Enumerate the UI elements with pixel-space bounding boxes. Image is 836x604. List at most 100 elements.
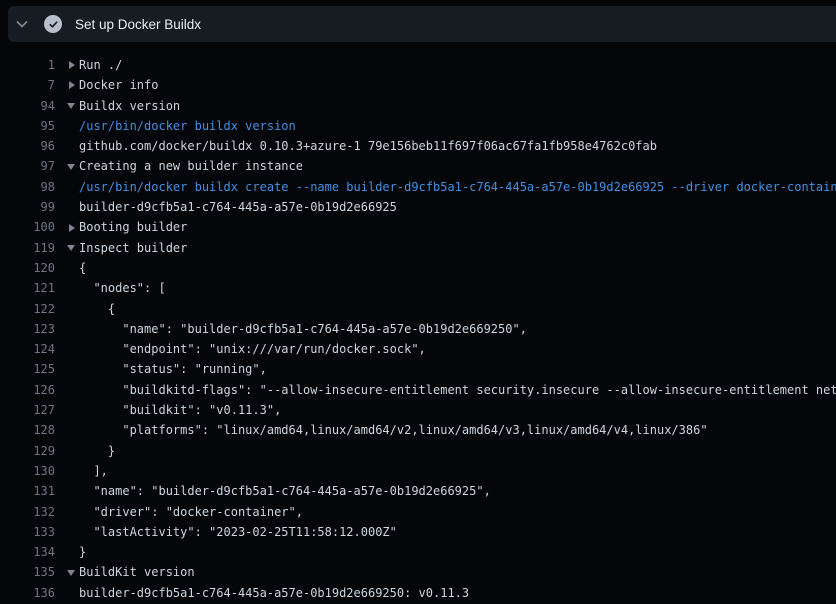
log-line: 123 "name": "builder-d9cfb5a1-c764-445a-…	[0, 319, 836, 339]
arrow-spacer	[55, 299, 79, 319]
arrow-spacer	[55, 359, 79, 379]
arrow-spacer	[55, 461, 79, 481]
triangle-right-icon[interactable]	[69, 81, 75, 89]
log-line: 129 }	[0, 441, 836, 461]
output-text: "endpoint": "unix:///var/run/docker.sock…	[79, 339, 426, 359]
log-line: 99 builder-d9cfb5a1-c764-445a-a57e-0b19d2…	[0, 197, 836, 217]
log-line: 134}	[0, 542, 836, 562]
log-line: 122 {	[0, 299, 836, 319]
line-number-link[interactable]: 136	[0, 583, 55, 603]
line-number-link[interactable]: 126	[0, 380, 55, 400]
group-label[interactable]: Run ./	[79, 55, 122, 75]
arrow-spacer	[55, 522, 79, 542]
triangle-down-icon[interactable]	[67, 245, 75, 251]
line-number-link[interactable]: 99	[0, 197, 55, 217]
output-text: "buildkit": "v0.11.3",	[79, 400, 281, 420]
arrow-spacer	[55, 380, 79, 400]
arrow-spacer	[55, 136, 79, 156]
command-text: /usr/bin/docker buildx create --name bui…	[79, 177, 836, 197]
output-text: "name": "builder-d9cfb5a1-c764-445a-a57e…	[79, 481, 491, 501]
arrow-spacer	[55, 583, 79, 603]
log-line: 100 Booting builder	[0, 217, 836, 237]
group-label[interactable]: Booting builder	[79, 217, 187, 237]
arrow-spacer	[55, 481, 79, 501]
triangle-right-icon[interactable]	[69, 61, 75, 69]
group-label[interactable]: Buildx version	[79, 96, 180, 116]
log-line: 128 "platforms": "linux/amd64,linux/amd6…	[0, 420, 836, 440]
line-number-link[interactable]: 122	[0, 299, 55, 319]
log-line: 7 Docker info	[0, 75, 836, 95]
line-number-link[interactable]: 127	[0, 400, 55, 420]
line-number-link[interactable]: 133	[0, 522, 55, 542]
group-toggle[interactable]	[55, 562, 79, 582]
line-number-link[interactable]: 7	[0, 75, 55, 95]
output-text: }	[79, 542, 86, 562]
output-text: "platforms": "linux/amd64,linux/amd64/v2…	[79, 420, 708, 440]
line-number-link[interactable]: 120	[0, 258, 55, 278]
line-number-link[interactable]: 132	[0, 502, 55, 522]
log-lines: 1Run ./7Docker info94Buildx version95/us…	[0, 42, 836, 603]
arrow-spacer	[55, 116, 79, 136]
log-line: 136 builder-d9cfb5a1-c764-445a-a57e-0b19d…	[0, 583, 836, 603]
log-line: 125 "status": "running",	[0, 359, 836, 379]
group-toggle[interactable]	[55, 55, 79, 75]
log-line: 131 "name": "builder-d9cfb5a1-c764-445a-…	[0, 481, 836, 501]
triangle-down-icon[interactable]	[67, 164, 75, 170]
log-line: 120 {	[0, 258, 836, 278]
output-text: builder-d9cfb5a1-c764-445a-a57e-0b19d2e6…	[79, 583, 469, 603]
step-header[interactable]: Set up Docker Buildx	[8, 6, 836, 42]
group-label[interactable]: BuildKit version	[79, 562, 195, 582]
line-number-link[interactable]: 94	[0, 96, 55, 116]
output-text: }	[79, 441, 115, 461]
arrow-spacer	[55, 542, 79, 562]
output-text: {	[79, 299, 115, 319]
line-number-link[interactable]: 95	[0, 116, 55, 136]
log-line: 124 "endpoint": "unix:///var/run/docker.…	[0, 339, 836, 359]
arrow-spacer	[55, 197, 79, 217]
output-text: "buildkitd-flags": "--allow-insecure-ent…	[79, 380, 836, 400]
output-text: builder-d9cfb5a1-c764-445a-a57e-0b19d2e6…	[79, 197, 397, 217]
arrow-spacer	[55, 339, 79, 359]
group-toggle[interactable]	[55, 238, 79, 258]
line-number-link[interactable]: 96	[0, 136, 55, 156]
log-line: 98/usr/bin/docker buildx create --name b…	[0, 177, 836, 197]
line-number-link[interactable]: 128	[0, 420, 55, 440]
output-text: github.com/docker/buildx 0.10.3+azure-1 …	[79, 136, 657, 156]
group-toggle[interactable]	[55, 96, 79, 116]
collapse-step-button[interactable]	[8, 6, 36, 42]
group-toggle[interactable]	[55, 75, 79, 95]
log-line: 133 "lastActivity": "2023-02-25T11:58:12…	[0, 522, 836, 542]
line-number-link[interactable]: 98	[0, 177, 55, 197]
group-label[interactable]: Inspect builder	[79, 238, 187, 258]
log-line: 135 BuildKit version	[0, 562, 836, 582]
line-number-link[interactable]: 124	[0, 339, 55, 359]
line-number-link[interactable]: 121	[0, 278, 55, 298]
output-text: {	[79, 258, 86, 278]
line-number-link[interactable]: 129	[0, 441, 55, 461]
group-toggle[interactable]	[55, 156, 79, 176]
log-line: 127 "buildkit": "v0.11.3",	[0, 400, 836, 420]
triangle-down-icon[interactable]	[67, 103, 75, 109]
line-number-link[interactable]: 123	[0, 319, 55, 339]
arrow-spacer	[55, 441, 79, 461]
line-number-link[interactable]: 130	[0, 461, 55, 481]
log-line: 97 Creating a new builder instance	[0, 156, 836, 176]
log-line: 121 "nodes": [	[0, 278, 836, 298]
line-number-link[interactable]: 125	[0, 359, 55, 379]
output-text: "driver": "docker-container",	[79, 502, 303, 522]
line-number-link[interactable]: 97	[0, 156, 55, 176]
group-toggle[interactable]	[55, 217, 79, 237]
line-number-link[interactable]: 100	[0, 217, 55, 237]
triangle-right-icon[interactable]	[69, 224, 75, 232]
group-label[interactable]: Creating a new builder instance	[79, 156, 303, 176]
arrow-spacer	[55, 278, 79, 298]
line-number-link[interactable]: 1	[0, 55, 55, 75]
line-number-link[interactable]: 134	[0, 542, 55, 562]
line-number-link[interactable]: 135	[0, 562, 55, 582]
group-label[interactable]: Docker info	[79, 75, 158, 95]
triangle-down-icon[interactable]	[67, 570, 75, 576]
arrow-spacer	[55, 400, 79, 420]
line-number-link[interactable]: 131	[0, 481, 55, 501]
line-number-link[interactable]: 119	[0, 238, 55, 258]
log-line: 95/usr/bin/docker buildx version	[0, 116, 836, 136]
